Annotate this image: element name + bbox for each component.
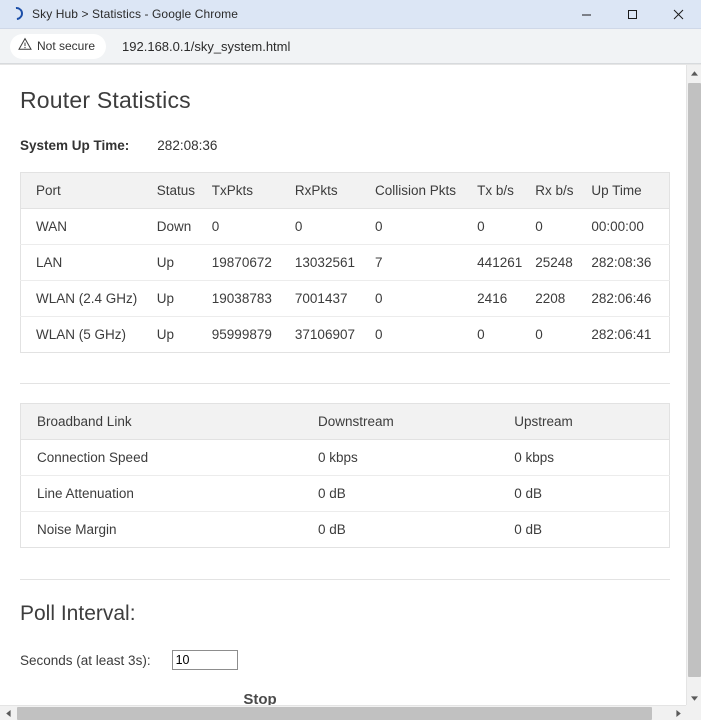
broadband-link-table: Broadband Link Downstream Upstream Connect…	[20, 403, 670, 548]
table-header-row: Broadband Link Downstream Upstream	[20, 403, 670, 440]
column-header-0: Port	[20, 172, 157, 209]
column-header-1: Status	[156, 172, 212, 209]
column-header-5: Tx b/s	[477, 172, 536, 209]
row-label-cell: Connection Speed	[20, 439, 318, 476]
data-cell: 25248	[535, 244, 592, 281]
page-content: Router Statistics System Up Time: 282:08…	[0, 65, 686, 709]
data-cell: 0 dB	[514, 522, 543, 537]
data-cell: 0	[477, 208, 536, 245]
browser-title-bar: Sky Hub > Statistics - Google Chrome	[0, 0, 701, 29]
table-row: WLAN (2.4 GHz) Up 19038783 7001437 0 2416 2208…	[20, 280, 670, 317]
row-label-cell: WLAN (2.4 GHz)	[20, 280, 157, 317]
port-statistics-table: Port Status TxPkts RxPkts Collision Pkts Tx b…	[20, 172, 670, 353]
data-cell: Up	[156, 280, 212, 317]
vertical-scrollbar[interactable]	[686, 65, 701, 706]
table-row: WAN Down 0 0 0 0 0 00:00:00	[20, 208, 670, 245]
warning-triangle-icon	[18, 37, 32, 56]
horizontal-scrollbar-thumb[interactable]	[17, 707, 652, 720]
address-bar-url[interactable]: 192.168.0.1/sky_system.html	[122, 39, 290, 54]
system-uptime-label: System Up Time:	[20, 138, 130, 153]
table-row: Connection Speed 0 kbps 0 kbps	[20, 439, 670, 476]
column-header-0: Broadband Link	[20, 403, 318, 440]
section-divider-2	[20, 579, 670, 580]
table-row: LAN Up 19870672 13032561 7 441261 25248 282:08:…	[20, 244, 670, 281]
data-cell: Up	[156, 327, 174, 342]
vertical-scrollbar-thumb[interactable]	[688, 83, 701, 677]
data-cell: Up	[156, 244, 212, 281]
poll-interval-row: Seconds (at least 3s):	[20, 650, 686, 670]
system-uptime-value: 282:08:36	[157, 138, 218, 153]
scrollbar-corner	[686, 705, 701, 720]
scroll-up-button[interactable]	[687, 65, 701, 81]
data-cell: 0 kbps	[514, 439, 670, 476]
poll-interval-title: Poll Interval:	[20, 602, 136, 625]
column-header-4: Collision Pkts	[375, 172, 478, 209]
site-security-chip[interactable]: Not secure	[10, 33, 107, 59]
data-cell: 95999879	[211, 327, 272, 342]
scroll-right-button[interactable]	[670, 706, 686, 720]
column-header-1: Downstream	[317, 403, 515, 440]
data-cell: 0	[211, 208, 295, 245]
section-divider-1	[20, 383, 670, 384]
data-cell: 282:06:46	[591, 280, 670, 317]
data-cell: 19870672	[211, 244, 295, 281]
data-cell: Down	[156, 208, 212, 245]
data-cell: 0	[375, 280, 478, 317]
data-cell: 2208	[535, 280, 592, 317]
row-label-cell: WLAN (5 GHz)	[36, 327, 127, 342]
scroll-left-button[interactable]	[0, 706, 16, 720]
data-cell: 0 dB	[317, 475, 515, 512]
table-header-row: Port Status TxPkts RxPkts Collision Pkts Tx b…	[20, 172, 670, 209]
data-cell: 0	[375, 327, 383, 342]
page-viewport: Router Statistics System Up Time: 282:08…	[0, 64, 701, 720]
close-button[interactable]	[655, 0, 701, 29]
row-label-cell: Line Attenuation	[20, 475, 318, 512]
table-row: Line Attenuation 0 dB 0 dB	[20, 475, 670, 512]
data-cell: 441261	[477, 244, 536, 281]
security-status-label: Not secure	[37, 39, 96, 53]
data-cell: 19038783	[211, 280, 295, 317]
window-controls	[563, 0, 701, 29]
column-header-6: Rx b/s	[535, 172, 592, 209]
data-cell: 2416	[477, 280, 536, 317]
maximize-button[interactable]	[609, 0, 655, 29]
horizontal-scrollbar[interactable]	[0, 705, 686, 720]
data-cell: 0	[375, 208, 478, 245]
data-cell: 0	[535, 327, 543, 342]
column-header-3: RxPkts	[294, 172, 376, 209]
data-cell: 00:00:00	[591, 208, 670, 245]
column-header-2: TxPkts	[211, 172, 295, 209]
window-title: Sky Hub > Statistics - Google Chrome	[32, 7, 239, 21]
data-cell: 7	[375, 244, 478, 281]
table-row: WLAN (5 GHz) Up 95999879 37106907 0 0 0 282:06:…	[21, 317, 670, 353]
data-cell: 282:08:36	[591, 244, 670, 281]
column-header-2: Upstream	[514, 403, 670, 440]
page-title: Router Statistics	[20, 87, 191, 113]
poll-seconds-label: Seconds (at least 3s):	[20, 652, 151, 668]
data-cell: 0 kbps	[317, 439, 515, 476]
minimize-button[interactable]	[563, 0, 609, 29]
data-cell: 0 dB	[514, 475, 670, 512]
table-row: Noise Margin 0 dB 0 dB	[21, 512, 670, 548]
row-label-cell: LAN	[20, 244, 157, 281]
sky-arc-icon	[7, 4, 26, 23]
poll-seconds-input[interactable]	[171, 650, 238, 670]
data-cell: 13032561	[294, 244, 376, 281]
row-label-cell: Noise Margin	[37, 522, 117, 537]
column-header-7: Up Time	[591, 172, 670, 209]
browser-toolbar: Not secure 192.168.0.1/sky_system.html	[0, 29, 701, 64]
data-cell: 0 dB	[317, 522, 346, 537]
data-cell: 37106907	[294, 327, 355, 342]
row-label-cell: WAN	[20, 208, 157, 245]
data-cell: 0	[477, 327, 485, 342]
system-uptime-row: System Up Time: 282:08:36	[20, 138, 686, 153]
data-cell: 0	[294, 208, 376, 245]
data-cell: 0	[535, 208, 592, 245]
data-cell: 282:06:41	[591, 327, 652, 342]
scroll-down-button[interactable]	[687, 690, 701, 706]
data-cell: 7001437	[294, 280, 376, 317]
